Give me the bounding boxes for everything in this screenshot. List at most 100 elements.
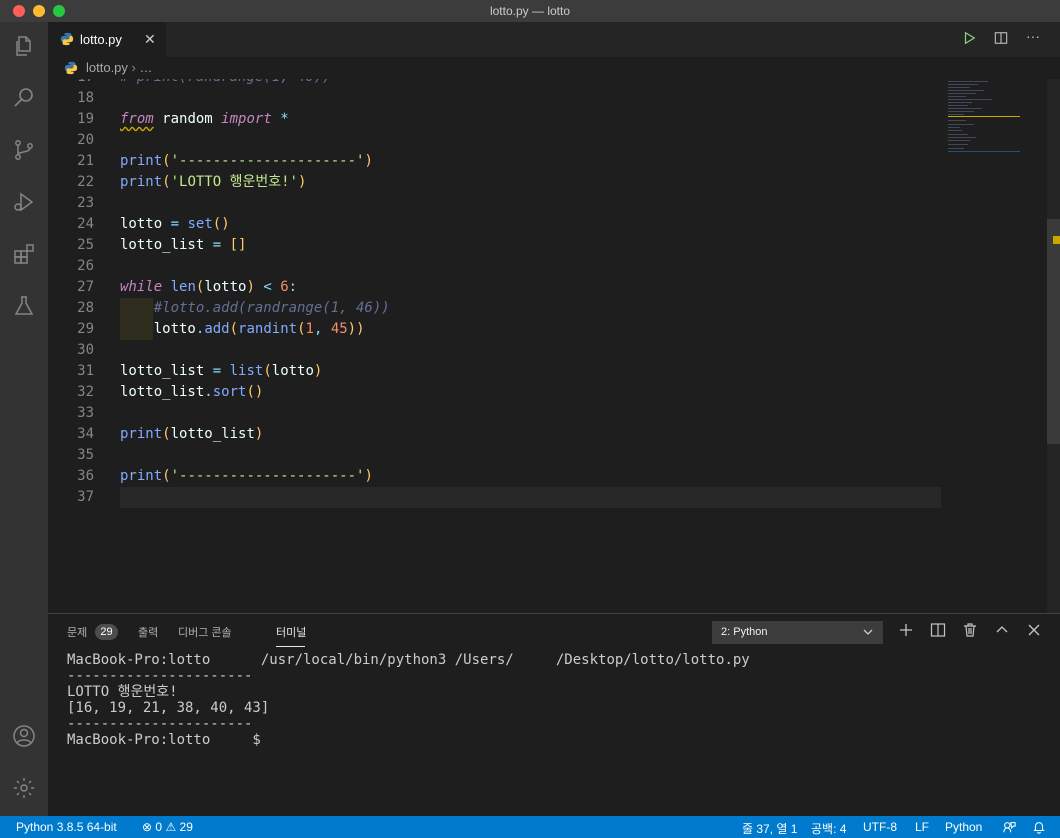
chevron-down-icon	[863, 629, 873, 635]
code-line[interactable]: 33	[48, 403, 941, 424]
language-mode[interactable]: Python	[945, 820, 982, 834]
code-text: lotto = set()	[120, 216, 230, 232]
error-icon: ⊗	[142, 820, 153, 834]
code-text: print('---------------------')	[120, 153, 373, 169]
line-number: 21	[77, 153, 94, 169]
search-icon[interactable]	[12, 86, 36, 110]
tab-lotto-py[interactable]: lotto.py ✕	[48, 22, 166, 57]
line-number: 37	[77, 489, 94, 505]
line-number: 31	[77, 363, 94, 379]
problems-count-badge: 29	[95, 624, 118, 640]
code-text: print(lotto_list)	[120, 426, 264, 442]
code-line[interactable]: 31 lotto_list = list(lotto)	[48, 361, 941, 382]
new-terminal-icon[interactable]	[898, 622, 914, 638]
code-line[interactable]: 34 print(lotto_list)	[48, 424, 941, 445]
code-text: #lotto.add(randrange(1, 46))	[120, 300, 390, 316]
tab-debug-console[interactable]: 디버그 콘솔	[178, 624, 232, 640]
run-debug-icon[interactable]	[12, 190, 36, 214]
window-title: lotto.py — lotto	[489, 4, 571, 18]
code-line[interactable]: 22 print('LOTTO 행운번호!')	[48, 172, 941, 193]
terminal-line: [16, 19, 21, 38, 40, 43]	[67, 700, 270, 716]
status-bar: Python 3.8.5 64-bit ⊗ 0 ⚠ 29 줄 37, 열 1 공…	[0, 816, 1060, 838]
trash-icon[interactable]	[962, 622, 978, 638]
line-number: 34	[77, 426, 94, 442]
code-text: print('---------------------')	[120, 468, 373, 484]
code-text: while len(lotto) < 6:	[120, 279, 298, 295]
warning-scroll-marker	[1053, 236, 1060, 244]
code-text: lotto_list = list(lotto)	[120, 363, 323, 379]
activity-bar	[0, 22, 48, 816]
encoding[interactable]: UTF-8	[863, 820, 897, 834]
line-number: 23	[77, 195, 94, 211]
tab-terminal[interactable]: 터미널	[276, 624, 306, 640]
code-line[interactable]: 21 print('---------------------')	[48, 151, 941, 172]
code-line[interactable]: 29 lotto.add(randint(1, 45))	[48, 319, 941, 340]
more-actions-icon[interactable]: ···	[1024, 28, 1042, 46]
editor-scrollbar-thumb[interactable]	[1047, 219, 1060, 444]
split-terminal-icon[interactable]	[930, 622, 946, 638]
terminal-output[interactable]: MacBook-Pro:lotto /usr/local/bin/python3…	[67, 652, 1047, 748]
maximize-panel-icon[interactable]	[994, 622, 1010, 638]
code-editor[interactable]: 17 # print(randrange(1, 46)) 18 19 from rand…	[48, 79, 1060, 613]
feedback-icon[interactable]	[1002, 820, 1016, 837]
code-line[interactable]: 17 # print(randrange(1, 46))	[48, 79, 941, 88]
warning-icon: ⚠	[165, 820, 177, 834]
notifications-bell-icon[interactable]	[1032, 820, 1046, 837]
code-line[interactable]: 30	[48, 340, 941, 361]
code-line[interactable]: 27 while len(lotto) < 6:	[48, 277, 941, 298]
code-line[interactable]: 37	[48, 487, 941, 508]
line-number: 20	[77, 132, 94, 148]
code-line[interactable]: 19 from random import *	[48, 109, 941, 130]
problems-indicator[interactable]: ⊗ 0 ⚠ 29	[142, 820, 193, 834]
code-line[interactable]: 26	[48, 256, 941, 277]
line-number: 24	[77, 216, 94, 232]
source-control-icon[interactable]	[12, 138, 36, 162]
terminal-line: LOTTO 행운번호!	[67, 684, 178, 700]
close-tab-icon[interactable]: ✕	[144, 31, 156, 48]
line-number: 19	[77, 111, 94, 127]
code-text: lotto.add(randint(1, 45))	[153, 321, 365, 337]
line-number: 35	[77, 447, 94, 463]
line-number: 18	[77, 90, 94, 106]
breadcrumb: lotto.py › …	[48, 57, 1060, 79]
code-line[interactable]: 25 lotto_list = []	[48, 235, 941, 256]
code-text: print('LOTTO 행운번호!')	[120, 174, 307, 190]
code-line[interactable]: 24 lotto = set()	[48, 214, 941, 235]
run-python-file-icon[interactable]	[960, 31, 978, 49]
terminal-selector[interactable]: 2: Python	[712, 621, 883, 644]
current-line-highlight	[120, 487, 941, 508]
settings-gear-icon[interactable]	[12, 776, 36, 800]
code-line[interactable]: 35	[48, 445, 941, 466]
explorer-icon[interactable]	[12, 34, 36, 58]
indentation[interactable]: 공백: 4	[811, 820, 846, 837]
code-line[interactable]: 23	[48, 193, 941, 214]
code-line[interactable]: 32 lotto_list.sort()	[48, 382, 941, 403]
code-line[interactable]: 36 print('---------------------')	[48, 466, 941, 487]
active-tab-indicator	[276, 646, 305, 647]
code-line[interactable]: 28 #lotto.add(randrange(1, 46))	[48, 298, 941, 319]
minimap[interactable]	[948, 79, 1020, 179]
terminal-line: ----------------------	[67, 716, 253, 732]
end-of-line[interactable]: LF	[915, 820, 929, 834]
cursor-position[interactable]: 줄 37, 열 1	[742, 820, 797, 837]
code-text: lotto_list = []	[120, 237, 247, 253]
extensions-icon[interactable]	[12, 242, 36, 266]
python-interpreter[interactable]: Python 3.8.5 64-bit	[16, 820, 117, 834]
title-bar: lotto.py — lotto	[0, 0, 1060, 23]
code-text: from random import *	[120, 111, 289, 127]
line-number: 17	[48, 79, 94, 88]
line-number: 22	[77, 174, 94, 190]
tab-output[interactable]: 출력	[138, 624, 158, 640]
line-number: 25	[77, 237, 94, 253]
account-icon[interactable]	[12, 724, 36, 748]
line-number: 33	[77, 405, 94, 421]
testing-icon[interactable]	[12, 294, 36, 318]
code-line[interactable]: 18	[48, 88, 941, 109]
python-icon	[64, 61, 78, 75]
code-line[interactable]: 20	[48, 130, 941, 151]
split-editor-icon[interactable]	[992, 31, 1010, 49]
tab-problems[interactable]: 문제	[67, 624, 87, 640]
close-panel-icon[interactable]	[1026, 622, 1042, 638]
breadcrumb-path[interactable]: lotto.py › …	[86, 60, 153, 75]
vscode-window: lotto.py — lotto lotto.py ✕ ··· lotto.py…	[0, 0, 1060, 838]
